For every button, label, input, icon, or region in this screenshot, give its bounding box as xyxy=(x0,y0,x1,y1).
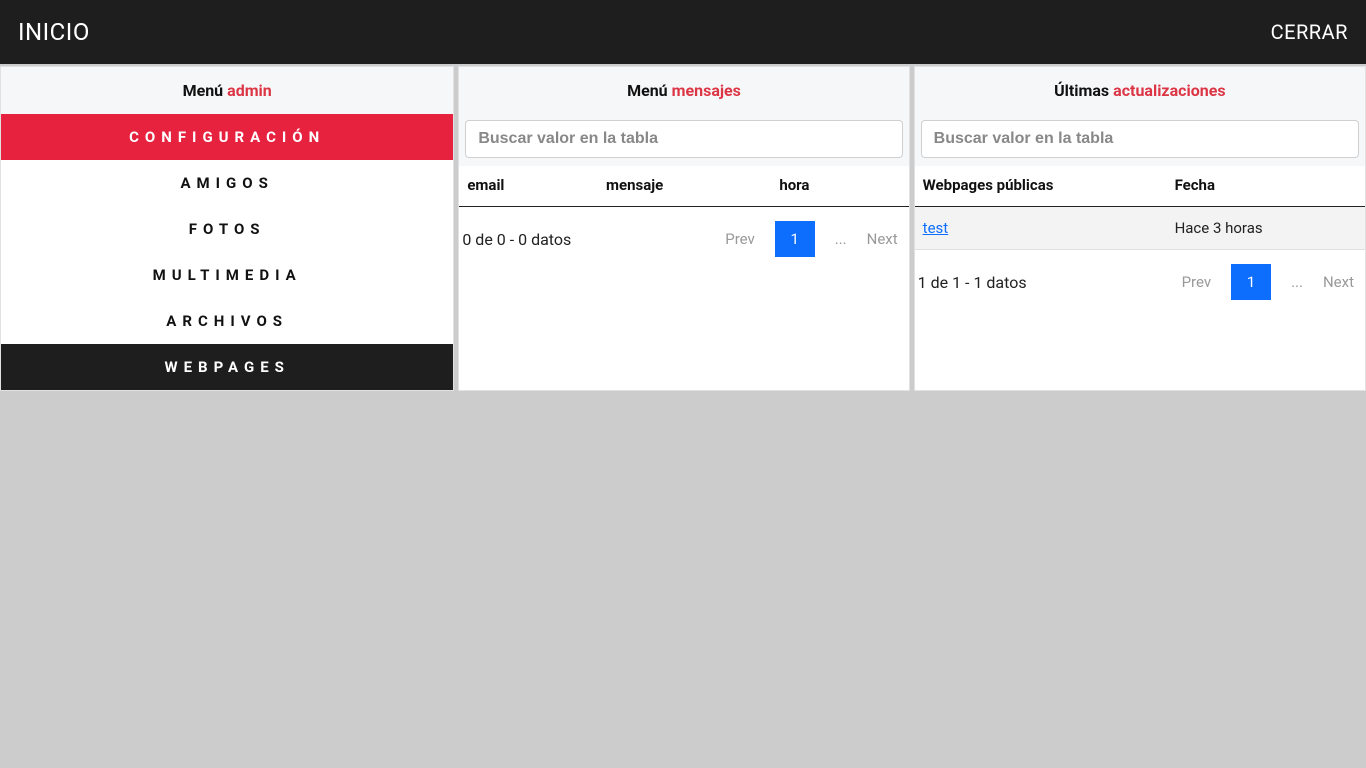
updates-row-name: test xyxy=(923,219,1175,237)
messages-pager-ellipsis: ... xyxy=(835,230,847,248)
menu-webpages[interactable]: WEBPAGES xyxy=(1,344,453,390)
messages-title-prefix: Menú xyxy=(627,81,672,100)
messages-footer: 0 de 0 - 0 datos Prev 1 ... Next xyxy=(459,207,908,271)
menu-configuracion[interactable]: CONFIGURACIÓN xyxy=(1,114,453,160)
updates-pager-current[interactable]: 1 xyxy=(1231,264,1271,300)
messages-pager-next[interactable]: Next xyxy=(867,230,898,248)
updates-footer: 1 de 1 - 1 datos Prev 1 ... Next xyxy=(915,250,1365,314)
menu-multimedia[interactable]: MULTIMEDIA xyxy=(1,252,453,298)
messages-count: 0 de 0 - 0 datos xyxy=(462,230,725,249)
messages-pager-prev[interactable]: Prev xyxy=(725,230,755,248)
messages-search-wrap xyxy=(459,114,908,166)
updates-title-accent: actualizaciones xyxy=(1113,81,1225,100)
content: Menú admin CONFIGURACIÓN AMIGOS FOTOS MU… xyxy=(0,64,1366,391)
updates-count: 1 de 1 - 1 datos xyxy=(918,273,1182,292)
updates-row-link[interactable]: test xyxy=(923,219,949,237)
nav-close[interactable]: CERRAR xyxy=(1271,20,1348,44)
topbar: INICIO CERRAR xyxy=(0,0,1366,64)
updates-search-wrap xyxy=(915,114,1365,166)
updates-col-webpages[interactable]: Webpages públicas xyxy=(923,176,1175,194)
messages-search-input[interactable] xyxy=(465,120,902,158)
messages-pager-current[interactable]: 1 xyxy=(775,221,815,257)
messages-title: Menú mensajes xyxy=(459,67,908,114)
menu-archivos[interactable]: ARCHIVOS xyxy=(1,298,453,344)
updates-search-input[interactable] xyxy=(921,120,1359,158)
updates-pager-ellipsis: ... xyxy=(1291,273,1303,291)
updates-panel: Últimas actualizaciones Webpages pública… xyxy=(914,66,1366,391)
updates-pager: Prev 1 ... Next xyxy=(1182,264,1362,300)
sidebar-title-prefix: Menú xyxy=(183,81,228,100)
nav-home[interactable]: INICIO xyxy=(18,18,90,46)
menu-amigos[interactable]: AMIGOS xyxy=(1,160,453,206)
updates-title-prefix: Últimas xyxy=(1054,81,1113,100)
sidebar-title-accent: admin xyxy=(227,81,272,100)
updates-row: test Hace 3 horas xyxy=(915,207,1365,250)
updates-table-head: Webpages públicas Fecha xyxy=(915,166,1365,207)
messages-table-head: email mensaje hora xyxy=(459,166,908,207)
updates-col-fecha[interactable]: Fecha xyxy=(1175,176,1357,194)
updates-pager-next[interactable]: Next xyxy=(1323,273,1354,291)
messages-col-hora[interactable]: hora xyxy=(779,176,900,194)
messages-col-email[interactable]: email xyxy=(467,176,606,194)
updates-pager-prev[interactable]: Prev xyxy=(1182,273,1212,291)
updates-title: Últimas actualizaciones xyxy=(915,67,1365,114)
messages-title-accent: mensajes xyxy=(672,81,741,100)
updates-row-fecha: Hace 3 horas xyxy=(1175,219,1357,237)
sidebar-panel: Menú admin CONFIGURACIÓN AMIGOS FOTOS MU… xyxy=(0,66,454,391)
messages-col-mensaje[interactable]: mensaje xyxy=(606,176,779,194)
sidebar-title: Menú admin xyxy=(1,67,453,114)
messages-panel: Menú mensajes email mensaje hora 0 de 0 … xyxy=(458,66,909,391)
menu-fotos[interactable]: FOTOS xyxy=(1,206,453,252)
messages-pager: Prev 1 ... Next xyxy=(725,221,905,257)
